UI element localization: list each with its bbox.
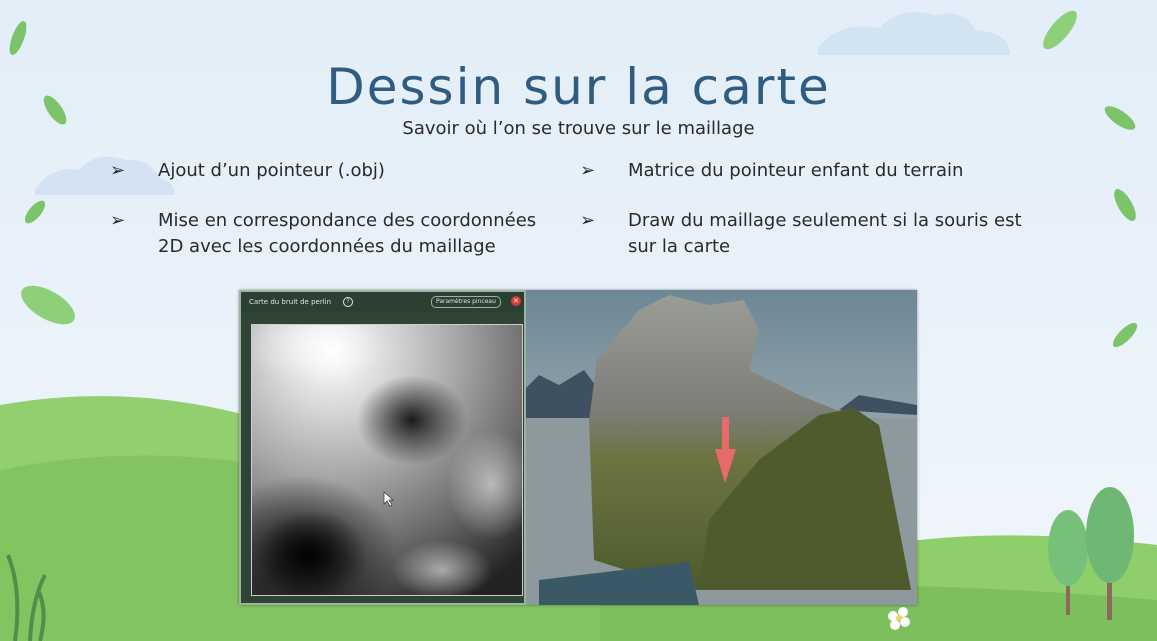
close-icon[interactable]: ✕ [511,296,521,306]
slide-title: Dessin sur la carte [326,58,831,116]
tree-icon [1048,510,1088,586]
arrow-bullet-icon: ➢ [580,160,596,181]
tree-icon [1086,487,1134,583]
bullet-item: ➢ Mise en correspondance des coordonnées… [110,208,578,260]
bullet-item: ➢ Ajout d’un pointeur (.obj) [110,158,578,184]
bullet-text: Draw du maillage seulement si la souris … [628,210,1022,231]
leaf-icon [9,20,27,56]
brush-settings-button[interactable]: Paramètres pinceau [431,296,501,308]
perlin-noise-map[interactable] [251,324,523,596]
leaf-icon [1112,322,1138,348]
bullet-item: ➢ Matrice du pointeur enfant du terrain [580,158,1058,184]
arrow-bullet-icon: ➢ [110,210,126,231]
arrow-bullet-icon: ➢ [110,160,126,181]
leaf-icon [1043,10,1077,50]
leaf-icon [1114,189,1136,221]
bullet-text: 2D avec les coordonnées du maillage [158,236,496,257]
perlin-noise-panel: Carte du bruit de perlin ? Paramètres pi… [239,290,526,605]
cloud-icon [818,11,1010,56]
help-icon[interactable]: ? [343,297,353,307]
panel-header: Carte du bruit de perlin ? Paramètres pi… [241,292,524,312]
panel-title: Carte du bruit de perlin [249,298,332,306]
arrow-bullet-icon: ➢ [580,210,596,231]
bullet-text: Mise en correspondance des coordonnées [158,210,537,231]
leaf-icon [24,200,46,224]
cloud-icon [35,156,175,195]
slide-subtitle: Savoir où l’on se trouve sur le maillage [402,118,755,139]
leaf-icon [21,285,75,325]
mouse-cursor-icon [383,491,394,507]
bullet-text: Ajout d’un pointeur (.obj) [158,160,385,181]
app-screenshot: Carte du bruit de perlin ? Paramètres pi… [239,290,917,605]
bullet-text: sur la carte [628,236,731,257]
bullet-text: Matrice du pointeur enfant du terrain [628,160,964,181]
bullet-item: ➢ Draw du maillage seulement si la souri… [580,208,1058,260]
